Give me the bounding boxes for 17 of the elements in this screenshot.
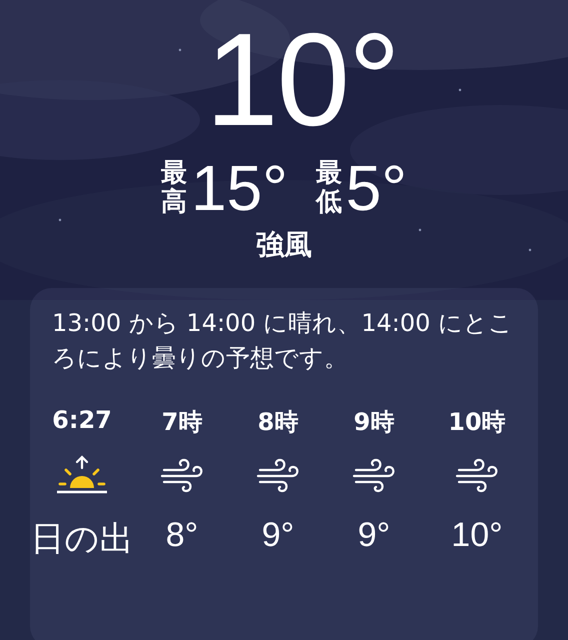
current-temperature: 10° [204, 14, 399, 146]
forecast-summary: 13:00 から 14:00 に晴れ、14:00 にところにより曇りの予想です。 [51, 308, 514, 374]
hour-temperature: 10° [451, 516, 503, 556]
low-label: 最低 [316, 159, 342, 217]
high-temperature: 15° [191, 156, 288, 220]
hour-temperature: 9° [358, 516, 390, 556]
hour-time: 8時 [258, 406, 298, 436]
condition-text: 強風 [256, 227, 312, 263]
hour-time: 9時 [354, 406, 394, 436]
hour-temperature: 8° [166, 516, 198, 556]
hour-time: 6:27 [52, 406, 112, 436]
low-temperature: 5° [346, 156, 407, 220]
high-label: 最高 [161, 159, 188, 217]
sunrise-label: 日の出 [30, 518, 134, 556]
hour-temperature: 9° [262, 516, 294, 556]
hour-time: 7時 [162, 406, 202, 436]
hour-time: 10時 [448, 406, 506, 436]
